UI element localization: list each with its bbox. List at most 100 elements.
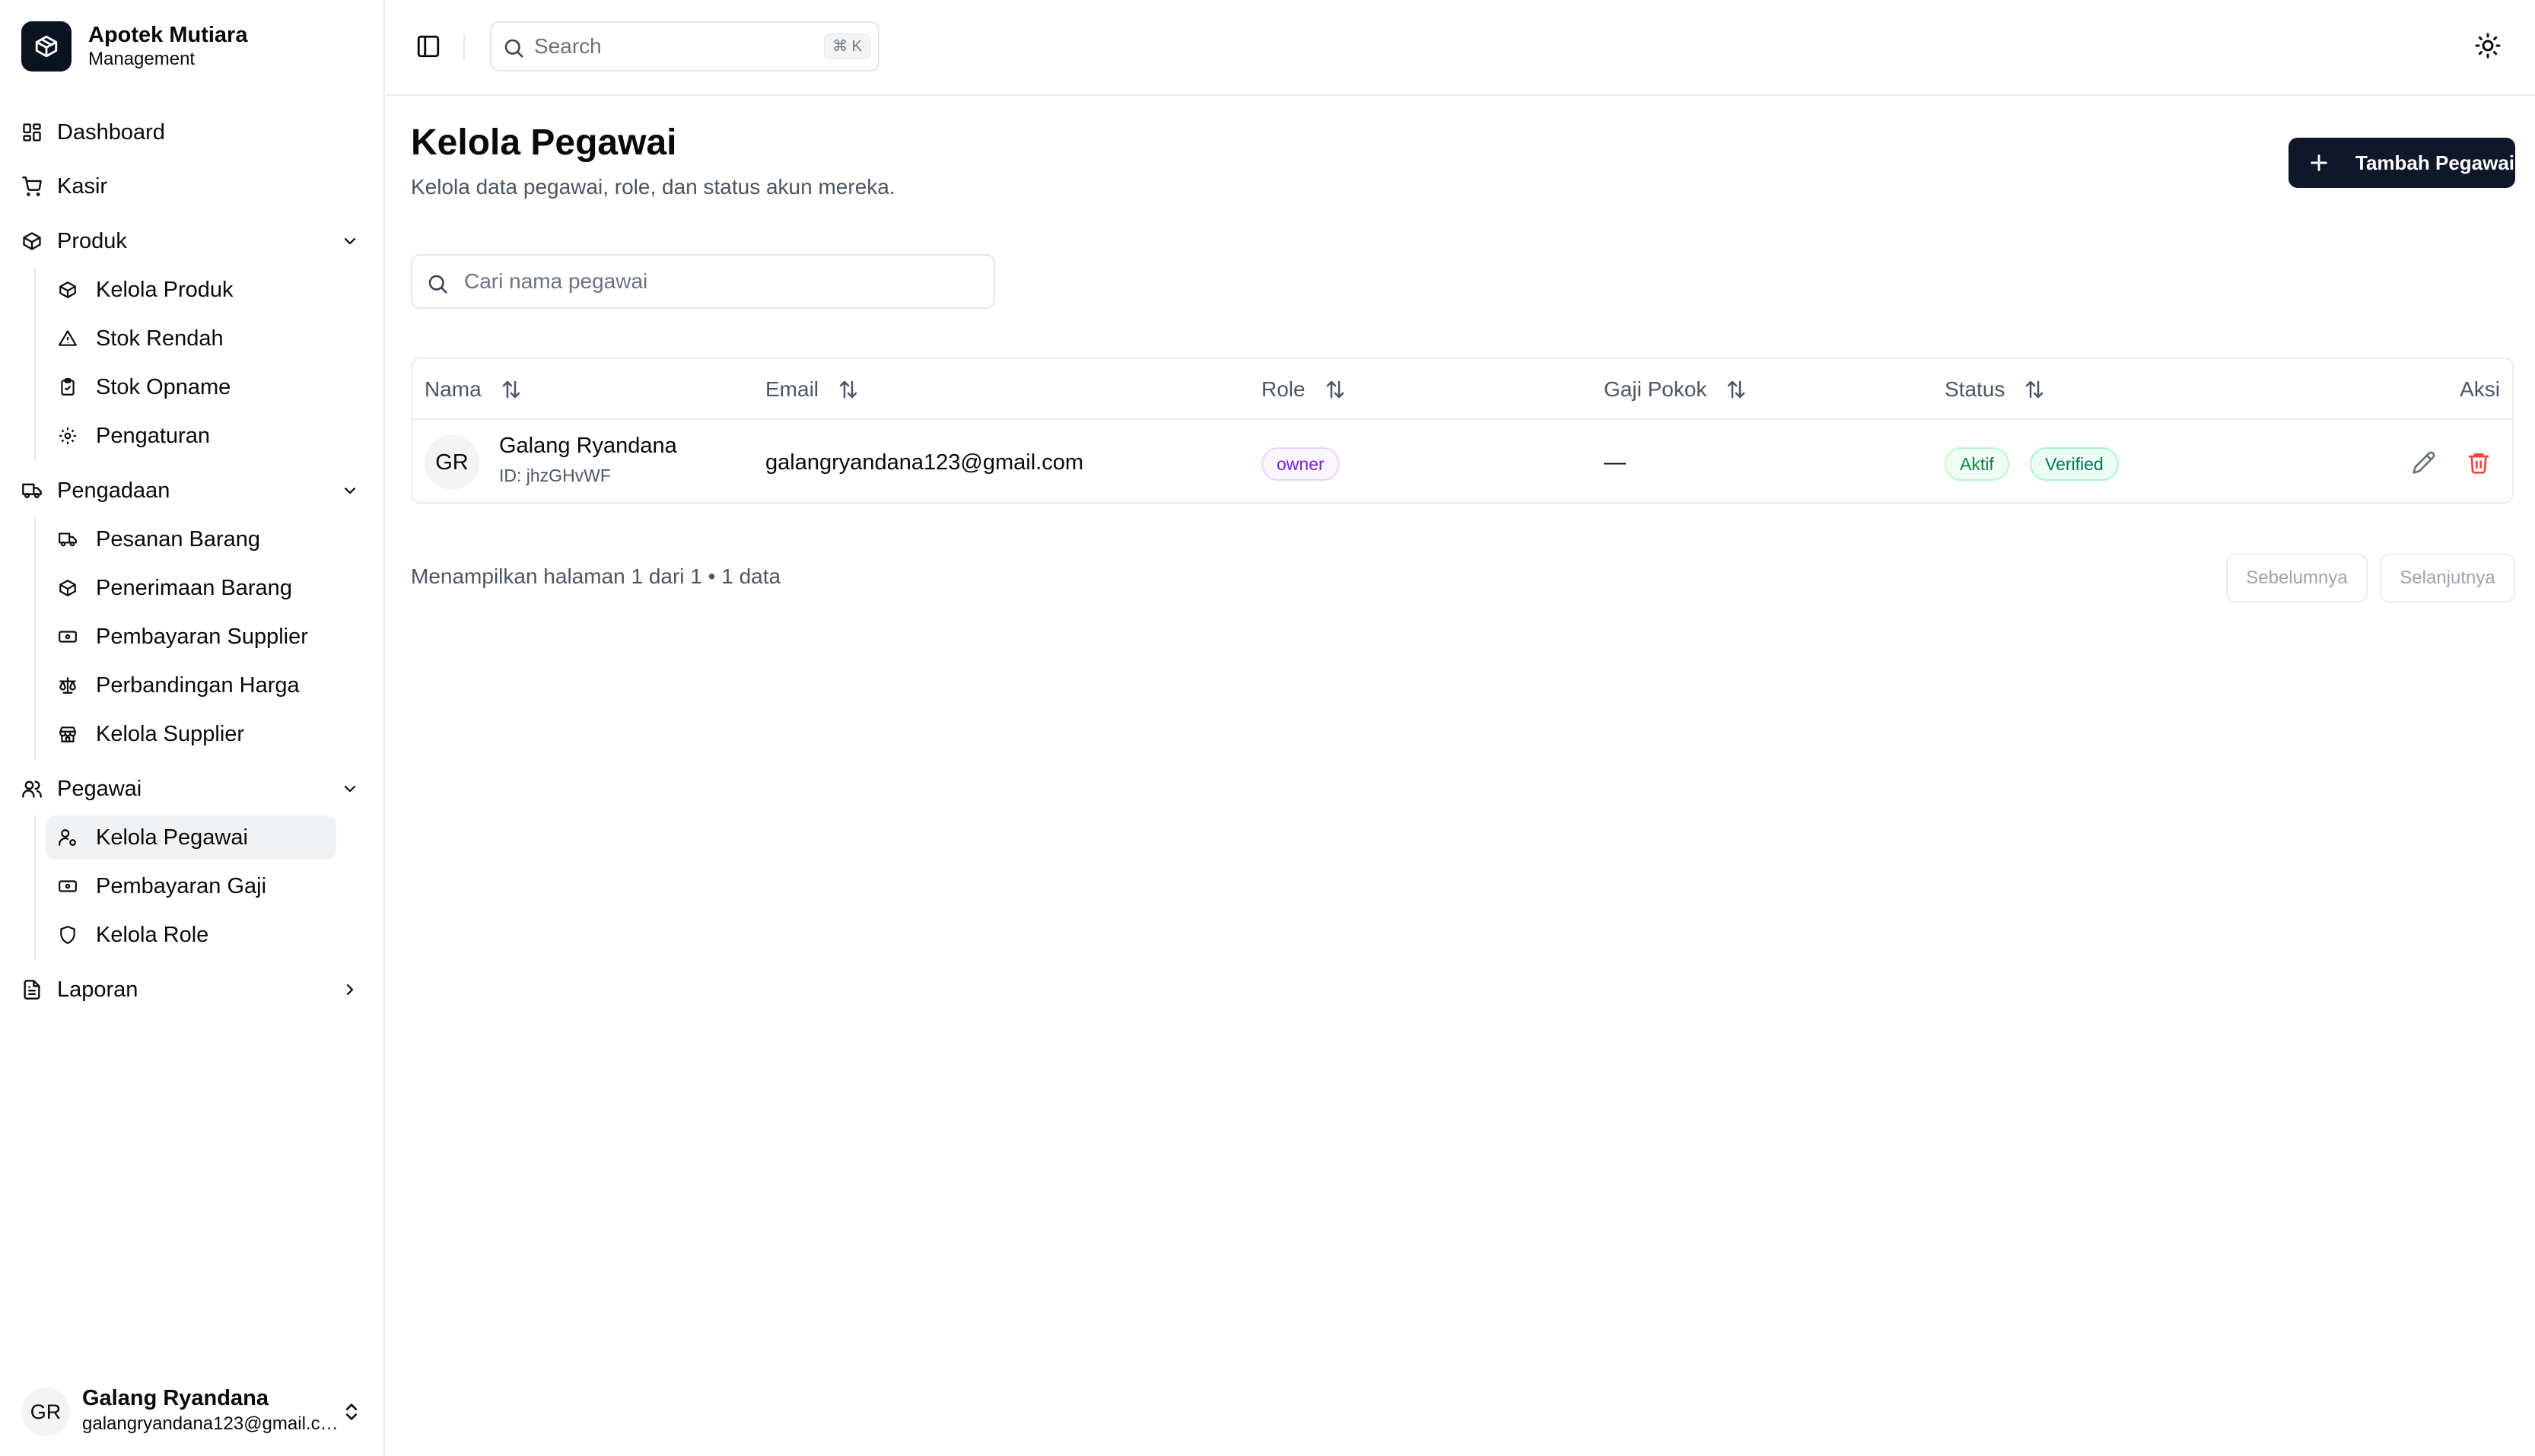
avatar: GR [21, 1388, 70, 1436]
sidebar-item-kelola-pegawai[interactable]: Kelola Pegawai [46, 815, 336, 860]
sidebar-item-label: Perbandingan Harga [96, 673, 300, 698]
sidebar-item-pengaturan[interactable]: Pengaturan [46, 414, 336, 458]
employee-salary: — [1604, 450, 1626, 475]
user-email: galangryandana123@gmail.com [82, 1413, 341, 1434]
sidebar-item-label: Dashboard [57, 120, 165, 145]
sidebar: Apotek Mutiara Management Dashboard Kasi… [0, 0, 385, 1456]
banknote-icon [59, 880, 77, 892]
next-page-button[interactable]: Selanjutnya [2380, 554, 2515, 602]
add-employee-button[interactable]: Tambah Pegawai [2288, 138, 2515, 188]
shield-icon [60, 926, 75, 944]
table-row[interactable]: GR Galang Ryandana ID: jhzGHvWF galangry… [412, 421, 2512, 502]
sort-icon [2026, 380, 2044, 398]
keyboard-shortcut: ⌘ K [824, 33, 870, 59]
column-label: Email [765, 377, 819, 401]
brand-subtitle: Management [88, 49, 196, 69]
sidebar-item-label: Kelola Pegawai [96, 825, 248, 850]
verified-badge: Verified [2030, 447, 2119, 481]
sidebar-item-label: Kasir [57, 174, 108, 199]
pencil-icon[interactable] [2412, 450, 2436, 475]
page-subtitle: Kelola data pegawai, role, dan status ak… [411, 175, 895, 199]
sidebar-item-label: Laporan [57, 978, 138, 1002]
package-logo-icon [21, 21, 72, 72]
sidebar-item-label: Pembayaran Supplier [96, 625, 308, 649]
column-label: Status [1945, 377, 2005, 401]
global-search-input[interactable]: Search ⌘ K [490, 21, 879, 72]
sidebar-item-kelola-role[interactable]: Kelola Role [46, 913, 336, 957]
column-header-role[interactable]: Role [1261, 359, 1347, 420]
sidebar-item-perbandingan-harga[interactable]: Perbandingan Harga [46, 663, 336, 707]
sidebar-item-stok-opname[interactable]: Stok Opname [46, 365, 336, 409]
status-badge: Aktif [1945, 447, 2009, 481]
user-name: Galang Ryandana [82, 1386, 269, 1410]
column-label: Gaji Pokok [1604, 377, 1707, 401]
sidebar-item-pembayaran-gaji[interactable]: Pembayaran Gaji [46, 864, 336, 908]
previous-page-button[interactable]: Sebelumnya [2226, 554, 2368, 602]
sidebar-item-label: Produk [57, 229, 127, 253]
sidebar-item-laporan[interactable]: Laporan [18, 968, 367, 1012]
banknote-icon [59, 631, 77, 643]
trash-icon[interactable] [2467, 450, 2491, 475]
sidebar-item-kelola-supplier[interactable]: Kelola Supplier [46, 712, 336, 756]
sidebar-item-pembayaran-supplier[interactable]: Pembayaran Supplier [46, 615, 336, 659]
sort-icon [502, 380, 520, 398]
clipboard-check-icon [61, 378, 75, 396]
column-label: Nama [425, 377, 482, 401]
plus-icon [2311, 154, 2327, 171]
topbar: Search ⌘ K [386, 0, 2535, 96]
sidebar-item-label: Pesanan Barang [96, 527, 261, 552]
brand[interactable]: Apotek Mutiara Management [21, 21, 247, 72]
table-header: Nama Email Role Gaji Pokok Status Aksi [412, 359, 2512, 420]
sort-icon [1326, 380, 1344, 398]
user-menu[interactable]: GR Galang Ryandana galangryandana123@gma… [18, 1384, 367, 1439]
user-cog-icon [59, 829, 76, 846]
sidebar-item-produk[interactable]: Produk [18, 219, 367, 263]
search-placeholder: Search [534, 34, 602, 58]
sidebar-item-kelola-produk[interactable]: Kelola Produk [46, 268, 336, 312]
sidebar-item-label: Pengaturan [96, 424, 210, 448]
shopping-cart-icon [22, 176, 42, 196]
users-icon [22, 780, 42, 798]
column-header-name[interactable]: Nama [425, 359, 523, 420]
search-icon [504, 39, 523, 58]
chevron-right-icon [346, 984, 354, 996]
column-header-salary[interactable]: Gaji Pokok [1604, 359, 1748, 420]
sidebar-item-label: Kelola Role [96, 923, 209, 947]
sidebar-item-label: Pembayaran Gaji [96, 874, 267, 898]
brand-name: Apotek Mutiara [88, 23, 248, 47]
chevron-down-icon [344, 487, 356, 494]
truck-icon [59, 532, 77, 547]
package-icon [59, 281, 76, 298]
chevron-down-icon [344, 237, 356, 245]
divider [463, 33, 465, 61]
sidebar-item-pesanan-barang[interactable]: Pesanan Barang [46, 517, 336, 561]
add-employee-label: Tambah Pegawai [2355, 151, 2515, 174]
page-title: Kelola Pegawai [411, 122, 677, 163]
sun-icon[interactable] [2474, 32, 2502, 59]
pagination-info: Menampilkan halaman 1 dari 1 • 1 data [411, 564, 781, 588]
sidebar-item-penerimaan-barang[interactable]: Penerimaan Barang [46, 566, 336, 610]
sidebar-item-stok-rendah[interactable]: Stok Rendah [46, 316, 336, 361]
file-text-icon [24, 980, 40, 1000]
chevron-down-icon [344, 785, 356, 793]
settings-icon [59, 428, 76, 444]
column-header-status[interactable]: Status [1945, 359, 2046, 420]
search-icon [428, 275, 447, 294]
column-header-actions: Aksi [2460, 377, 2500, 401]
sidebar-item-label: Penerimaan Barang [96, 576, 292, 600]
sidebar-item-dashboard[interactable]: Dashboard [18, 110, 367, 154]
sidebar-item-pegawai[interactable]: Pegawai [18, 767, 367, 811]
column-header-email[interactable]: Email [765, 359, 860, 420]
sidebar-item-pengadaan[interactable]: Pengadaan [18, 469, 367, 513]
sidebar-toggle-icon[interactable] [415, 33, 441, 59]
chevrons-up-down-icon [345, 1404, 358, 1420]
employee-search-input[interactable]: Cari nama pegawai [411, 254, 995, 309]
store-icon [59, 726, 76, 742]
sort-icon [839, 380, 857, 398]
package-icon [59, 580, 76, 596]
package-icon [23, 232, 41, 250]
sidebar-item-kasir[interactable]: Kasir [18, 164, 367, 208]
employee-id: ID: jhzGHvWF [499, 466, 611, 485]
sidebar-item-label: Pegawai [57, 777, 142, 801]
role-badge: owner [1261, 447, 1340, 481]
